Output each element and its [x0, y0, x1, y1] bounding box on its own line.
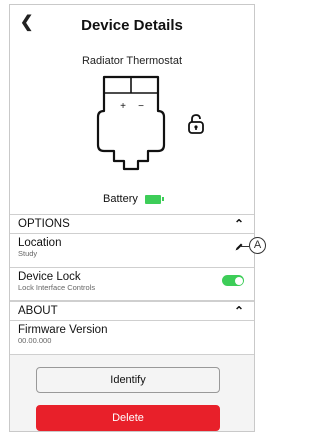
radiator-thermostat-illustration: + − — [96, 75, 166, 171]
device-lock-row: Device Lock Lock Interface Controls — [10, 268, 254, 301]
location-row[interactable]: Location Study — [10, 234, 254, 268]
plus-label: + — [120, 101, 126, 112]
options-label: OPTIONS — [18, 218, 70, 230]
header: ❮ Device Details — [10, 5, 254, 43]
about-section-header[interactable]: ABOUT ⌃ — [10, 301, 254, 321]
about-label: ABOUT — [18, 305, 58, 317]
battery-label: Battery — [103, 193, 138, 205]
unlock-icon — [188, 114, 204, 134]
firmware-value: 00.00.000 — [18, 336, 52, 345]
minus-label: − — [138, 101, 144, 112]
callout-line — [240, 246, 249, 247]
device-lock-label: Device Lock — [18, 271, 81, 283]
location-label: Location — [18, 237, 62, 249]
chevron-up-icon[interactable]: ⌃ — [234, 302, 244, 320]
page-title: Device Details — [81, 17, 183, 34]
firmware-row: Firmware Version 00.00.000 — [10, 321, 254, 355]
phone-screen: ❮ Device Details Radiator Thermostat + −… — [9, 4, 255, 432]
callout-marker: A — [249, 237, 266, 254]
location-value: Study — [18, 249, 38, 258]
edit-pencil-icon[interactable] — [234, 242, 244, 252]
delete-button[interactable]: Delete — [36, 405, 220, 431]
battery-status: Battery — [10, 193, 254, 205]
firmware-label: Firmware Version — [18, 324, 108, 336]
identify-button[interactable]: Identify — [36, 367, 220, 393]
device-lock-toggle[interactable] — [222, 275, 244, 286]
battery-full-icon — [144, 194, 164, 204]
device-name: Radiator Thermostat — [81, 55, 183, 67]
chevron-up-icon[interactable]: ⌃ — [234, 215, 244, 233]
device-lock-description: Lock Interface Controls — [18, 283, 96, 292]
options-section-header[interactable]: OPTIONS ⌃ — [10, 214, 254, 234]
